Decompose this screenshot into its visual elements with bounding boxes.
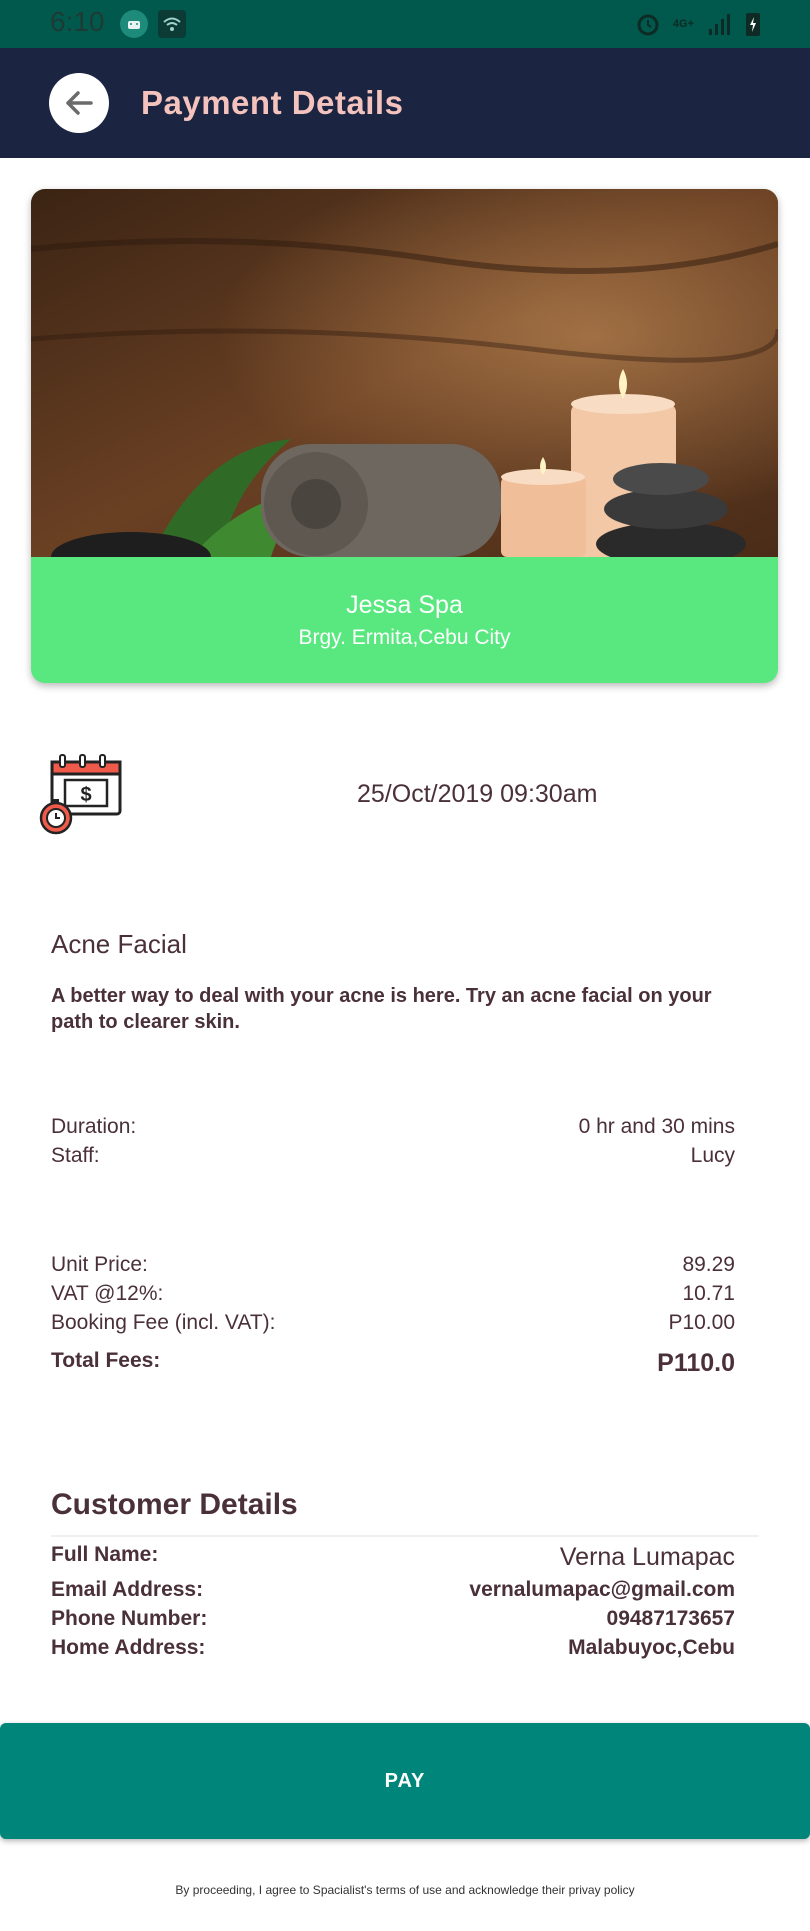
address-label: Home Address: [51, 1636, 206, 1659]
spa-address: Brgy. Ermita,Cebu City [298, 626, 511, 649]
alarm-icon [637, 14, 659, 36]
phone-row: Phone Number: 09487173657 [51, 1607, 735, 1631]
page-title: Payment Details [141, 84, 404, 121]
email-value: vernalumapac@gmail.com [469, 1578, 735, 1601]
staff-label: Staff: [51, 1144, 100, 1167]
vat-label: VAT @12%: [51, 1282, 164, 1305]
duration-row: Duration: 0 hr and 30 mins [51, 1115, 735, 1139]
svg-text:$: $ [80, 784, 91, 806]
appointment-datetime: 25/Oct/2019 09:30am [357, 780, 598, 808]
full-name-value: Verna Lumapac [559, 1543, 735, 1571]
battery-charging-icon [746, 13, 760, 36]
calendar-payment-icon: $ [39, 754, 122, 835]
booking-fee-value: P10.00 [668, 1311, 735, 1334]
staff-value: Lucy [690, 1144, 735, 1167]
email-row: Email Address: vernalumapac@gmail.com [51, 1578, 735, 1602]
status-icons: 4G+ [635, 10, 762, 38]
terms-disclaimer: By proceeding, I agree to Spacialist's t… [175, 1883, 635, 1897]
app-bar: Payment Details [0, 48, 810, 158]
email-label: Email Address: [51, 1578, 204, 1601]
service-name: Acne Facial [51, 929, 187, 959]
vat-row: VAT @12%: 10.71 [51, 1282, 735, 1306]
spa-card[interactable]: Jessa Spa Brgy. Ermita,Cebu City [31, 189, 778, 683]
vat-value: 10.71 [682, 1282, 735, 1305]
booking-fee-row: Booking Fee (incl. VAT): P10.00 [51, 1311, 735, 1335]
spa-name: Jessa Spa [346, 591, 463, 619]
signal-icon [709, 14, 730, 35]
address-row: Home Address: Malabuyoc,Cebu [51, 1636, 735, 1660]
network-type-label: 4G+ [672, 18, 694, 30]
total-fees-label: Total Fees: [51, 1349, 161, 1372]
duration-label: Duration: [51, 1115, 137, 1138]
customer-divider [51, 1535, 759, 1537]
staff-row: Staff: Lucy [51, 1144, 735, 1168]
status-time: 6:10 [50, 6, 105, 37]
customer-details-title: Customer Details [51, 1488, 298, 1521]
address-value: Malabuyoc,Cebu [568, 1636, 735, 1659]
total-fees-value: P110.0 [657, 1349, 735, 1377]
duration-value: 0 hr and 30 mins [578, 1115, 735, 1138]
phone-value: 09487173657 [606, 1607, 735, 1630]
phone-label: Phone Number: [51, 1607, 208, 1630]
back-button[interactable] [49, 73, 109, 133]
status-bar: 6:10 4G+ [0, 0, 810, 48]
full-name-label: Full Name: [51, 1543, 159, 1566]
unit-price-value: 89.29 [682, 1253, 735, 1276]
arrow-left-icon [66, 91, 93, 115]
unit-price-label: Unit Price: [51, 1253, 148, 1276]
android-icon [120, 10, 148, 38]
full-name-row: Full Name: Verna Lumapac [51, 1543, 735, 1572]
pay-button[interactable]: PAY [0, 1723, 810, 1839]
unit-price-row: Unit Price: 89.29 [51, 1253, 735, 1277]
total-fees-row: Total Fees: P110.0 [51, 1349, 735, 1378]
service-description: A better way to deal with your acne is h… [51, 985, 712, 1033]
spa-hero-image [31, 189, 778, 557]
wifi-app-icon [158, 10, 186, 38]
booking-fee-label: Booking Fee (incl. VAT): [51, 1311, 276, 1334]
